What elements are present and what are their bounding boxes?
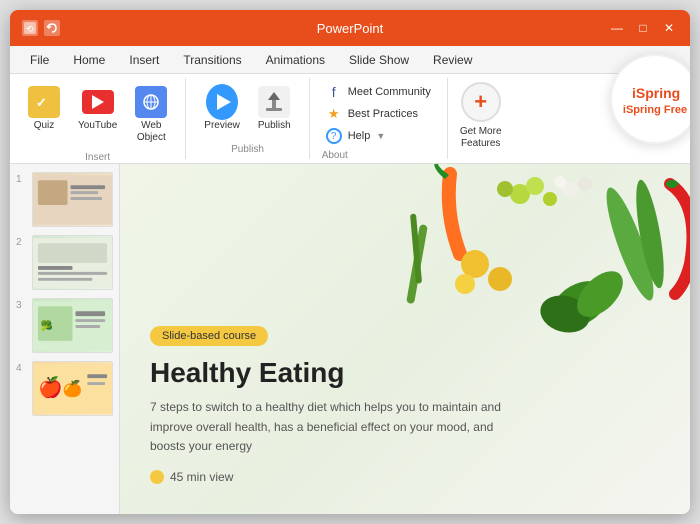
web-icon <box>135 86 167 118</box>
ribbon-insert-items: ✓ Quiz YouTube <box>22 82 173 148</box>
slide-number-4: 4 <box>16 363 28 374</box>
menu-slideshow[interactable]: Slide Show <box>339 51 419 69</box>
maximize-button[interactable]: □ <box>634 19 652 37</box>
facebook-icon: f <box>326 84 342 100</box>
youtube-icon <box>82 86 114 118</box>
menu-transitions[interactable]: Transitions <box>173 51 251 69</box>
svg-text:iSpring: iSpring <box>632 85 680 101</box>
window-title: PowerPoint <box>317 21 383 36</box>
preview-label: Preview <box>204 120 240 132</box>
main-slide: Slide-based course Healthy Eating 7 step… <box>120 164 690 514</box>
help-dropdown-arrow: ▼ <box>376 131 385 141</box>
publish-group-label: Publish <box>231 140 264 155</box>
slide-content: Slide-based course Healthy Eating 7 step… <box>120 164 690 514</box>
slide-panel: 1 2 <box>10 164 120 514</box>
slide-item-1[interactable]: 1 <box>16 172 113 227</box>
ribbon-group-get-more: + Get More Features <box>448 78 514 159</box>
insert-group-label: Insert <box>85 148 110 163</box>
slide-thumbnail-1 <box>32 172 113 227</box>
meet-community-button[interactable]: f Meet Community <box>322 82 435 102</box>
slide-description: 7 steps to switch to a healthy diet whic… <box>150 398 510 456</box>
close-button[interactable]: ✕ <box>660 19 678 37</box>
menu-file[interactable]: File <box>20 51 59 69</box>
menu-bar: File Home Insert Transitions Animations … <box>10 46 690 74</box>
help-button[interactable]: ? Help ▼ <box>322 126 435 146</box>
duration-text: 45 min view <box>170 470 233 484</box>
app-icon: ⟲ <box>22 20 38 36</box>
title-bar: ⟲ PowerPoint — □ ✕ <box>10 10 690 46</box>
slide-text-area: Slide-based course Healthy Eating 7 step… <box>150 306 660 484</box>
ribbon-group-publish: Preview Publish Publish <box>186 78 309 159</box>
web-label: Web Object <box>137 120 166 144</box>
best-practices-label: Best Practices <box>348 108 418 120</box>
about-items: f Meet Community ★ Best Practices ? Help… <box>322 82 435 146</box>
preview-icon <box>206 86 238 118</box>
youtube-label: YouTube <box>78 120 117 132</box>
web-object-button[interactable]: Web Object <box>129 82 173 148</box>
publish-label: Publish <box>258 120 291 132</box>
best-practices-button[interactable]: ★ Best Practices <box>322 104 435 124</box>
publish-icon <box>258 86 290 118</box>
ispring-logo-icon: iSpring <box>630 80 680 104</box>
slide-item-2[interactable]: 2 <box>16 235 113 290</box>
content-area: 1 2 <box>10 164 690 514</box>
course-badge: Slide-based course <box>150 326 268 346</box>
menu-review[interactable]: Review <box>423 51 482 69</box>
star-icon: ★ <box>326 106 342 122</box>
undo-icon[interactable] <box>44 20 60 36</box>
quiz-label: Quiz <box>34 120 55 132</box>
quiz-icon: ✓ <box>28 86 60 118</box>
ispring-label: iSpring Free <box>623 104 687 117</box>
svg-text:🍎: 🍎 <box>38 374 63 398</box>
svg-text:🥦: 🥦 <box>41 318 53 331</box>
preview-button[interactable]: Preview <box>198 82 246 136</box>
svg-text:⟲: ⟲ <box>26 24 34 34</box>
plus-icon: + <box>474 89 487 115</box>
meet-community-label: Meet Community <box>348 86 431 98</box>
menu-animations[interactable]: Animations <box>256 51 335 69</box>
get-more-label: Get More Features <box>460 126 502 150</box>
ribbon-publish-items: Preview Publish <box>198 82 296 140</box>
slide-thumbnail-3: 🥦 <box>32 298 113 353</box>
publish-button[interactable]: Publish <box>252 82 297 136</box>
ribbon-group-insert: ✓ Quiz YouTube <box>10 78 186 159</box>
app-window: ⟲ PowerPoint — □ ✕ File Home Insert Tran… <box>10 10 690 514</box>
about-group-label: About <box>322 146 348 161</box>
slide-number-3: 3 <box>16 300 28 311</box>
ribbon: ✓ Quiz YouTube <box>10 74 690 164</box>
slide-number-1: 1 <box>16 174 28 185</box>
get-more-button[interactable]: + <box>461 82 501 122</box>
help-icon: ? <box>326 128 342 144</box>
minimize-button[interactable]: — <box>608 19 626 37</box>
slide-thumbnail-4: 🍎 🍊 <box>32 361 113 416</box>
window-controls: — □ ✕ <box>608 19 678 37</box>
quiz-button[interactable]: ✓ Quiz <box>22 82 66 136</box>
duration-dot-icon <box>150 470 164 484</box>
menu-home[interactable]: Home <box>63 51 115 69</box>
slide-thumbnail-2 <box>32 235 113 290</box>
help-label: Help <box>348 130 371 142</box>
slide-number-2: 2 <box>16 237 28 248</box>
youtube-button[interactable]: YouTube <box>72 82 123 136</box>
ispring-badge: iSpring iSpring Free <box>610 54 690 144</box>
menu-insert[interactable]: Insert <box>119 51 169 69</box>
slide-title: Healthy Eating <box>150 358 660 389</box>
ribbon-group-about: f Meet Community ★ Best Practices ? Help… <box>310 78 448 159</box>
slide-item-4[interactable]: 4 🍎 🍊 <box>16 361 113 416</box>
title-bar-left: ⟲ <box>22 20 60 36</box>
slide-item-3[interactable]: 3 🥦 <box>16 298 113 353</box>
svg-text:✓: ✓ <box>36 95 47 110</box>
svg-text:🍊: 🍊 <box>63 378 84 397</box>
slide-duration: 45 min view <box>150 470 660 484</box>
